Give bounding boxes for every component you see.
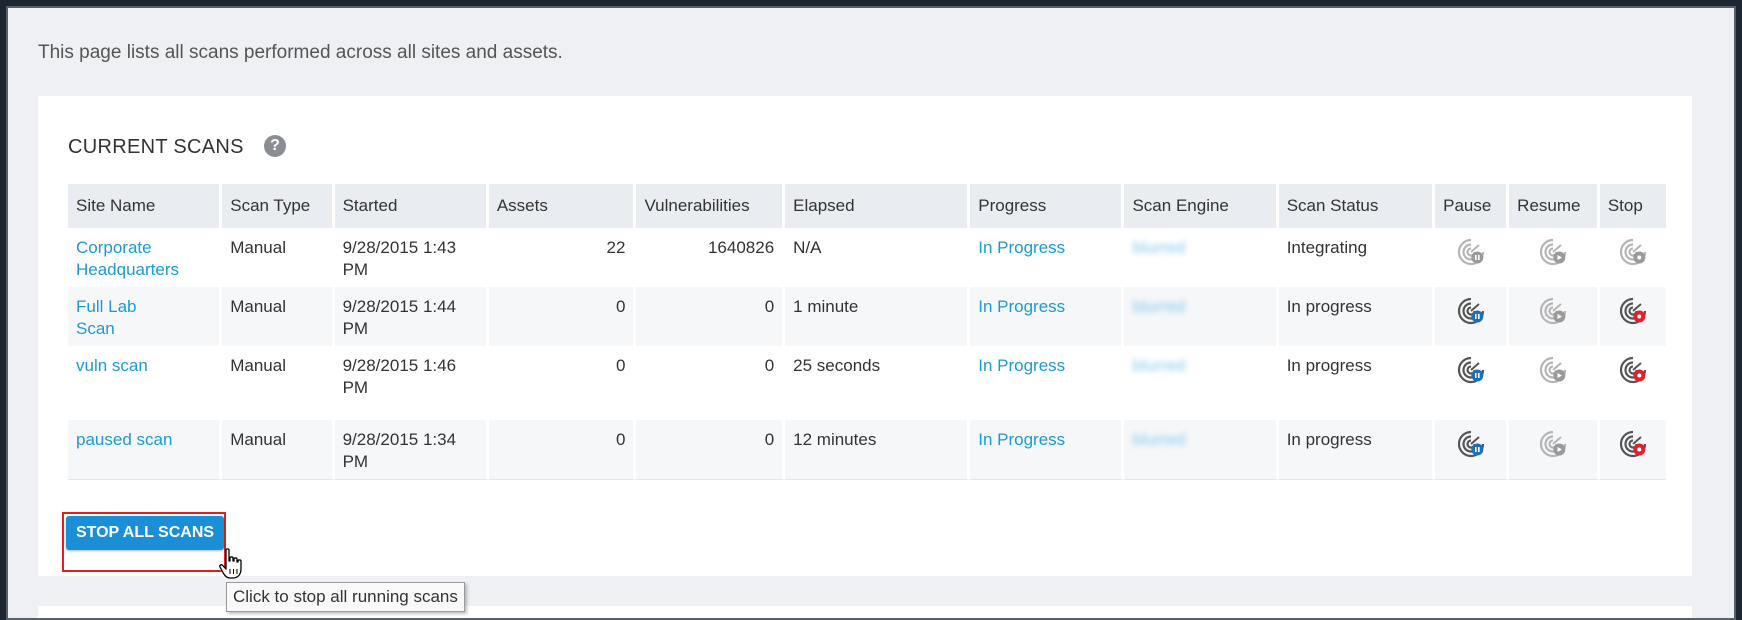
site-name-link[interactable]: paused scan: [76, 430, 172, 449]
stop-cell: [1599, 420, 1666, 480]
scan-engine-cell[interactable]: blurred: [1124, 228, 1279, 287]
scan-pause-icon[interactable]: [1456, 430, 1486, 463]
table-row: vuln scan Manual 9/28/2015 1:46 PM 0 0 25 seco…: [68, 346, 1666, 420]
resume-cell: [1509, 228, 1600, 287]
column-header-progress[interactable]: Progress: [970, 184, 1125, 228]
vulnerabilities-cell: 0: [636, 420, 786, 480]
table-row: Full Lab Scan Manual 9/28/2015 1:44 PM 0 0 1 mi…: [68, 287, 1666, 346]
site-name-cell[interactable]: Full Lab Scan: [68, 287, 223, 346]
scan-type-cell: Manual: [222, 346, 335, 420]
table-header-row: Site Name Scan Type Started Assets Vulne…: [68, 184, 1666, 228]
started-cell: 9/28/2015 1:46 PM: [334, 346, 489, 420]
scan-status-cell: In progress: [1278, 346, 1436, 420]
pause-cell: [1435, 420, 1510, 480]
column-header-scan-engine[interactable]: Scan Engine: [1124, 184, 1279, 228]
scan-stop-icon[interactable]: [1618, 430, 1648, 463]
scan-engine-cell[interactable]: blurred: [1124, 420, 1279, 480]
scan-engine-link-redacted[interactable]: blurred: [1132, 297, 1185, 316]
scan-status-cell: Integrating: [1278, 228, 1436, 287]
table-row: paused scan Manual 9/28/2015 1:34 PM 0 0 12 mi…: [68, 420, 1666, 480]
progress-link[interactable]: In Progress: [978, 430, 1065, 449]
column-header-assets[interactable]: Assets: [488, 184, 637, 228]
scan-resume-icon: [1538, 430, 1568, 463]
stop-cell: [1599, 287, 1666, 346]
scan-resume-icon: [1538, 297, 1568, 330]
progress-link[interactable]: In Progress: [978, 297, 1065, 316]
stop-all-highlight: STOP ALL SCANS: [62, 512, 226, 572]
column-header-vulnerabilities[interactable]: Vulnerabilities: [636, 184, 786, 228]
hand-pointer-icon: [219, 548, 242, 579]
progress-cell[interactable]: In Progress: [970, 346, 1125, 420]
elapsed-cell: 12 minutes: [785, 420, 971, 480]
started-cell: 9/28/2015 1:34 PM: [334, 420, 489, 480]
site-name-cell[interactable]: vuln scan: [68, 346, 223, 420]
column-header-resume: Resume: [1509, 184, 1600, 228]
resume-cell: [1509, 287, 1600, 346]
scan-pause-icon[interactable]: [1456, 297, 1486, 330]
column-header-stop: Stop: [1599, 184, 1666, 228]
scan-type-cell: Manual: [222, 420, 335, 480]
stop-cell: [1599, 346, 1666, 420]
scan-engine-cell[interactable]: blurred: [1124, 287, 1279, 346]
section-title: CURRENT SCANS: [68, 136, 244, 158]
scan-pause-icon[interactable]: [1456, 356, 1486, 389]
assets-cell: 0: [488, 420, 637, 480]
column-header-scan-type[interactable]: Scan Type: [222, 184, 335, 228]
site-name-link[interactable]: Full Lab Scan: [76, 297, 136, 338]
progress-link[interactable]: In Progress: [978, 238, 1065, 257]
vulnerabilities-cell: 1640826: [636, 228, 786, 287]
scan-status-cell: In progress: [1278, 420, 1436, 480]
started-cell: 9/28/2015 1:44 PM: [334, 287, 489, 346]
progress-cell[interactable]: In Progress: [970, 420, 1125, 480]
pause-cell: [1435, 228, 1510, 287]
scan-resume-icon: [1538, 238, 1568, 271]
elapsed-cell: N/A: [785, 228, 971, 287]
column-header-site-name[interactable]: Site Name: [68, 184, 223, 228]
scan-stop-icon[interactable]: [1618, 356, 1648, 389]
column-header-scan-status[interactable]: Scan Status: [1278, 184, 1436, 228]
scan-stop-icon[interactable]: [1618, 297, 1648, 330]
scan-engine-cell[interactable]: blurred: [1124, 346, 1279, 420]
scan-type-cell: Manual: [222, 287, 335, 346]
question-circle-icon[interactable]: ?: [264, 135, 286, 157]
resume-cell: [1509, 346, 1600, 420]
site-name-link[interactable]: Corporate Headquarters: [76, 238, 179, 279]
progress-cell[interactable]: In Progress: [970, 287, 1125, 346]
column-header-pause: Pause: [1435, 184, 1510, 228]
progress-cell[interactable]: In Progress: [970, 228, 1125, 287]
elapsed-cell: 1 minute: [785, 287, 971, 346]
pause-cell: [1435, 346, 1510, 420]
table-row: Corporate Headquarters Manual 9/28/2015 1:4…: [68, 228, 1666, 287]
page-intro: This page lists all scans performed acro…: [38, 42, 563, 63]
assets-cell: 22: [488, 228, 637, 287]
scan-resume-icon: [1538, 356, 1568, 389]
resume-cell: [1509, 420, 1600, 480]
stop-cell: [1599, 228, 1666, 287]
assets-cell: 0: [488, 346, 637, 420]
scan-stop-icon: [1618, 238, 1648, 271]
scan-engine-link-redacted[interactable]: blurred: [1132, 238, 1185, 257]
scan-engine-link-redacted[interactable]: blurred: [1132, 430, 1185, 449]
vulnerabilities-cell: 0: [636, 287, 786, 346]
pause-cell: [1435, 287, 1510, 346]
site-name-link[interactable]: vuln scan: [76, 356, 148, 375]
scan-engine-link-redacted[interactable]: blurred: [1132, 356, 1185, 375]
current-scans-panel: CURRENT SCANS ? Site Name Scan Type Star…: [38, 96, 1692, 576]
current-scans-table: Site Name Scan Type Started Assets Vulne…: [68, 184, 1666, 480]
column-header-started[interactable]: Started: [334, 184, 489, 228]
site-name-cell[interactable]: paused scan: [68, 420, 223, 480]
started-cell: 9/28/2015 1:43 PM: [334, 228, 489, 287]
assets-cell: 0: [488, 287, 637, 346]
elapsed-cell: 25 seconds: [785, 346, 971, 420]
vulnerabilities-cell: 0: [636, 346, 786, 420]
progress-link[interactable]: In Progress: [978, 356, 1065, 375]
site-name-cell[interactable]: Corporate Headquarters: [68, 228, 223, 287]
column-header-elapsed[interactable]: Elapsed: [785, 184, 971, 228]
scan-pause-icon: [1456, 238, 1486, 271]
scan-status-cell: In progress: [1278, 287, 1436, 346]
stop-all-scans-button[interactable]: STOP ALL SCANS: [66, 516, 224, 550]
stop-all-tooltip: Click to stop all running scans: [226, 582, 465, 612]
window-frame: This page lists all scans performed acro…: [6, 6, 1736, 620]
scan-type-cell: Manual: [222, 228, 335, 287]
